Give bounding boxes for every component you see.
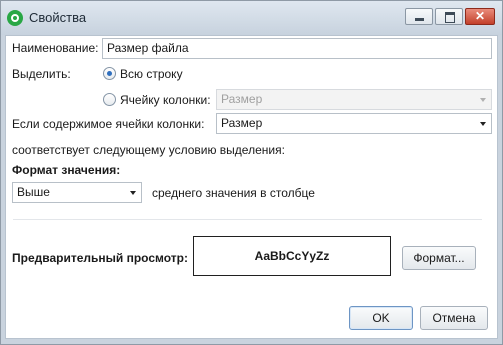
format-operator-dropdown[interactable]: Выше	[12, 182, 142, 203]
name-label: Наименование:	[12, 41, 99, 55]
format-operator-value: Выше	[17, 185, 50, 199]
chevron-down-icon	[480, 98, 486, 102]
chevron-down-icon	[130, 191, 136, 195]
name-field[interactable]: Размер файла	[102, 38, 492, 59]
preview-box: AaBbCcYyZz	[193, 236, 391, 276]
radio-column-cell-label[interactable]: Ячейку колонки:	[120, 93, 211, 107]
condition-label: Если содержимое ячейки колонки:	[12, 117, 205, 131]
close-button[interactable]: ✕	[465, 8, 495, 25]
radio-column-cell[interactable]	[103, 93, 116, 106]
condition-column-dropdown[interactable]: Размер	[216, 113, 492, 134]
cell-column-dropdown[interactable]: Размер	[216, 89, 492, 110]
chevron-down-icon	[480, 122, 486, 126]
dialog-content: Наименование: Размер файла Выделить: Всю…	[5, 35, 498, 339]
title-bar: Свойства ✕	[1, 1, 502, 35]
format-suffix-text: среднего значения в столбце	[152, 186, 315, 200]
maximize-icon	[445, 12, 455, 23]
format-value-heading: Формат значения:	[12, 163, 121, 177]
minimize-icon	[415, 18, 424, 21]
cancel-button[interactable]: Отмена	[420, 306, 488, 330]
radio-whole-row[interactable]	[103, 67, 116, 80]
format-button[interactable]: Формат...	[402, 246, 476, 270]
properties-dialog: Свойства ✕ Наименование: Размер файла Вы…	[0, 0, 503, 345]
app-icon	[7, 10, 23, 26]
radio-whole-row-label[interactable]: Всю строку	[120, 67, 183, 81]
ok-button[interactable]: OK	[349, 306, 413, 330]
window-title: Свойства	[29, 10, 87, 25]
highlight-label: Выделить:	[12, 67, 71, 81]
divider	[13, 219, 482, 220]
minimize-button[interactable]	[405, 8, 433, 25]
condition-column-value: Размер	[221, 116, 263, 130]
cell-column-value: Размер	[221, 92, 263, 106]
close-icon: ✕	[474, 9, 486, 23]
preview-sample-text: AaBbCcYyZz	[254, 249, 330, 263]
preview-label: Предварительный просмотр:	[12, 251, 188, 265]
condition-text: соответствует следующему условию выделен…	[12, 143, 285, 157]
maximize-button[interactable]	[435, 8, 463, 25]
